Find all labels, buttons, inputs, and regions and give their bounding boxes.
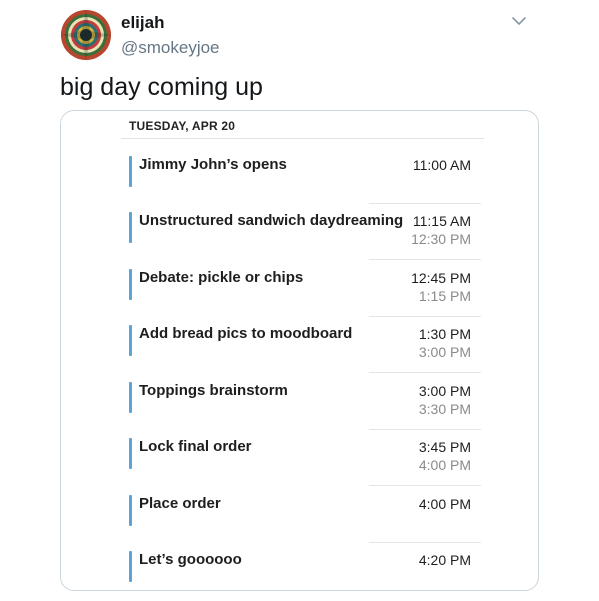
event-start-time: 4:00 PM [418,496,471,512]
event-title: Add bread pics to moodboard [139,325,353,342]
event-title: Unstructured sandwich daydreaming [139,212,404,229]
event-start-time: 4:20 PM [418,552,471,568]
event-color-bar [129,212,132,243]
avatar[interactable] [61,10,111,60]
event-title: Place order [139,495,221,512]
chevron-down-icon[interactable] [510,12,528,30]
event-start-time: 12:45 PM [411,270,471,286]
divider [369,316,481,317]
event-title: Debate: pickle or chips [139,269,304,286]
divider [369,259,481,260]
event-end-time: 3:30 PM [418,401,471,417]
event-color-bar [129,551,132,582]
event-color-bar [129,382,132,413]
display-name[interactable]: elijah [121,13,164,33]
event-color-bar [129,495,132,526]
calendar-event: Toppings brainstorm 3:00 PM 3:30 PM [129,382,481,439]
calendar-event: Let’s goooooo 4:20 PM [129,551,471,590]
calendar-event: Place order 4:00 PM [129,495,481,552]
event-end-time: 1:15 PM [418,288,471,304]
divider [121,138,484,139]
event-start-time: 3:00 PM [418,383,471,399]
event-start-time: 11:00 AM [412,157,471,173]
calendar-event: Debate: pickle or chips 12:45 PM 1:15 PM [129,269,481,326]
calendar-date-header: TUESDAY, APR 20 [129,119,236,133]
event-color-bar [129,325,132,356]
event-end-time: 12:30 PM [411,231,471,247]
divider [369,485,481,486]
event-end-time: 4:00 PM [418,457,471,473]
event-title: Let’s goooooo [139,551,242,568]
event-title: Lock final order [139,438,252,455]
divider [369,542,481,543]
psychedelic-avatar-icon [61,10,111,60]
event-title: Jimmy John’s opens [139,156,287,173]
event-start-time: 1:30 PM [418,326,471,342]
calendar-event: Lock final order 3:45 PM 4:00 PM [129,438,481,495]
divider [369,203,481,204]
event-color-bar [129,269,132,300]
calendar-event: Jimmy John’s opens 11:00 AM [129,156,481,213]
event-title: Toppings brainstorm [139,382,288,399]
divider [369,429,481,430]
calendar-event: Unstructured sandwich daydreaming 11:15 … [129,212,481,269]
divider [369,372,481,373]
event-start-time: 11:15 AM [412,213,471,229]
calendar-event: Add bread pics to moodboard 1:30 PM 3:00… [129,325,481,382]
tweet-text: big day coming up [60,73,263,101]
event-end-time: 3:00 PM [418,344,471,360]
event-start-time: 3:45 PM [418,439,471,455]
tweet-media-card[interactable]: TUESDAY, APR 20 Jimmy John’s opens 11:00… [60,110,539,591]
user-handle[interactable]: @smokeyjoe [121,38,220,58]
event-color-bar [129,156,132,187]
event-color-bar [129,438,132,469]
